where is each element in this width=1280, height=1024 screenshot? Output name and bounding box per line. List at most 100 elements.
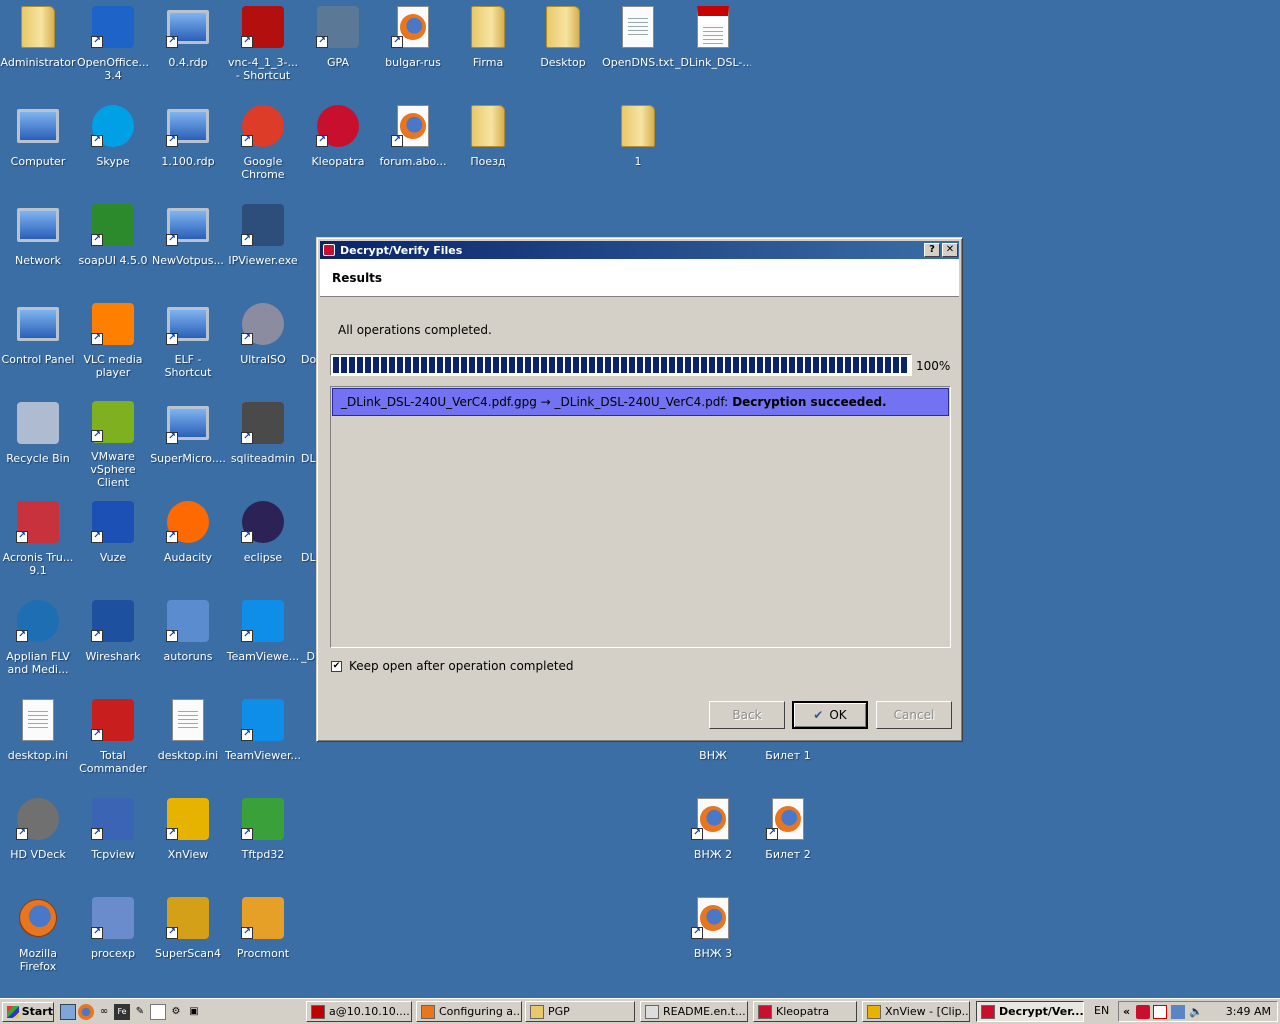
desktop-icon[interactable]: ↗ HD VDeck [0, 792, 76, 884]
desktop-icon[interactable]: ↗ Билет 2 [750, 792, 826, 884]
desktop-icon[interactable]: ↗ Total Commander [75, 693, 151, 785]
desktop-icon[interactable]: ↗ Tftpd32 [225, 792, 301, 884]
quick-launch-rdp-icon[interactable]: ▣ [186, 1004, 202, 1020]
desktop-icon[interactable]: ↗ SuperScan4 [150, 891, 226, 983]
desktop-icon[interactable]: ↗ Google Chrome [225, 99, 301, 191]
desktop-icon[interactable]: Network [0, 198, 76, 290]
desktop-icon[interactable]: 1 [600, 99, 676, 191]
taskbar-button[interactable]: Kleopatra [753, 1001, 857, 1022]
desktop-icon[interactable]: ↗ TeamViewer... [225, 693, 301, 785]
desktop-icon-label: NewVotpus... [152, 254, 224, 267]
quick-launch-firefox-icon[interactable] [78, 1003, 94, 1020]
dialog-titlebar[interactable]: Decrypt/Verify Files ? ✕ [320, 241, 959, 259]
desktop-icon[interactable]: ↗ Vuze [75, 495, 151, 587]
desktop-icon[interactable]: ↗ ELF - Shortcut [150, 297, 226, 389]
taskbar-button[interactable]: XnView - [Clip... [862, 1001, 970, 1022]
desktop-icon[interactable]: ↗ Tcpview [75, 792, 151, 884]
shortcut-arrow-icon: ↗ [166, 135, 178, 147]
desktop-icon[interactable]: ↗ Kleopatra [300, 99, 376, 191]
desktop-icon[interactable]: ↗ ВНЖ 3 [675, 891, 751, 983]
ok-button[interactable]: ✔ OK [792, 701, 868, 729]
desktop-icon[interactable]: ↗ Wireshark [75, 594, 151, 686]
taskbar-button[interactable]: README.en.t... [640, 1001, 748, 1022]
desktop-icon[interactable]: Mozilla Firefox [0, 891, 76, 983]
desktop-icon[interactable]: ↗ VLC media player [75, 297, 151, 389]
close-button[interactable]: ✕ [942, 243, 958, 257]
desktop-icon[interactable]: Recycle Bin [0, 396, 76, 488]
desktop-icon[interactable]: ↗ Acronis Tru... 9.1 [0, 495, 76, 587]
kleopatra-app-icon [323, 244, 335, 256]
volume-icon[interactable]: 🔈 [1189, 1005, 1203, 1018]
desktop-icon[interactable]: desktop.ini [150, 693, 226, 785]
desktop-icon[interactable]: Firma [450, 0, 526, 92]
desktop-icon[interactable]: ↗ 1.100.rdp [150, 99, 226, 191]
shortcut-arrow-icon: ↗ [91, 430, 103, 443]
shortcut-arrow-icon: ↗ [91, 729, 103, 741]
kleopatra-tray-icon[interactable] [1136, 1004, 1151, 1019]
results-list[interactable]: _DLink_DSL-240U_VerC4.pdf.gpg → _DLink_D… [330, 386, 951, 648]
shortcut-arrow-icon: ↗ [91, 234, 103, 246]
network-computers-icon: ↗ [164, 299, 212, 349]
keep-open-label[interactable]: Keep open after operation completed [349, 659, 574, 673]
shortcut-arrow-icon: ↗ [241, 135, 253, 147]
quick-launch-network-icon[interactable]: ⚙ [168, 1004, 184, 1020]
shortcut-arrow-icon: ↗ [16, 531, 28, 543]
desktop-icon[interactable]: Computer [0, 99, 76, 191]
desktop-icon[interactable]: ↗ vnc-4_1_3-... - Shortcut [225, 0, 301, 92]
desktop-icon[interactable]: Desktop [525, 0, 601, 92]
desktop-icon[interactable]: Поезд [450, 99, 526, 191]
taskbar-button-label: Kleopatra [776, 1005, 830, 1018]
eclipse-icon: ↗ [239, 497, 287, 547]
network-tray-icon[interactable] [1171, 1004, 1186, 1019]
taskbar-button[interactable]: PGP [525, 1001, 635, 1022]
keep-open-checkbox[interactable]: ✔ [331, 660, 342, 672]
desktop-icon[interactable]: ↗ soapUI 4.5.0 [75, 198, 151, 290]
desktop-icon[interactable]: ↗ Procmont [225, 891, 301, 983]
desktop-icon[interactable]: ↗ SuperMicro.... [150, 396, 226, 488]
desktop-icon[interactable]: ↗ Audacity [150, 495, 226, 587]
back-button[interactable]: Back [709, 701, 785, 729]
desktop-icon[interactable]: ↗ bulgar-rus [375, 0, 451, 92]
taskbar-button[interactable]: a@10.10.10.... [306, 1001, 412, 1022]
desktop-icon[interactable]: Administrator [0, 0, 76, 92]
start-button[interactable]: Start [2, 1001, 54, 1022]
result-row[interactable]: _DLink_DSL-240U_VerC4.pdf.gpg → _DLink_D… [332, 388, 949, 416]
keep-open-option[interactable]: ✔ Keep open after operation completed [331, 659, 574, 673]
desktop-icon[interactable]: ↗ autoruns [150, 594, 226, 686]
quick-launch-tool-icon[interactable]: ✎ [132, 1004, 148, 1020]
desktop-icon[interactable]: ↗ VMware vSphere Client [75, 396, 151, 488]
desktop-icon[interactable]: _DLink_DSL-... [675, 0, 751, 92]
desktop-icon[interactable]: ↗ GPA [300, 0, 376, 92]
help-button[interactable]: ? [924, 243, 940, 257]
cancel-button[interactable]: Cancel [876, 701, 952, 729]
taskbar-button[interactable]: Decrypt/Ver... [976, 1001, 1084, 1022]
desktop-icon[interactable]: ↗ ВНЖ 2 [675, 792, 751, 884]
quick-launch-loop-icon[interactable]: ∞ [96, 1004, 112, 1020]
quick-launch-fe-icon[interactable]: Fe [114, 1003, 130, 1020]
desktop-icon[interactable]: ↗ procexp [75, 891, 151, 983]
desktop-icon[interactable]: ↗ IPViewer.exe [225, 198, 301, 290]
computer-icon [14, 101, 62, 151]
folder-icon [530, 1004, 544, 1019]
calendar-tray-icon[interactable] [1153, 1004, 1168, 1019]
desktop-icon[interactable]: ↗ forum.abo... [375, 99, 451, 191]
desktop-icon[interactable]: Control Panel [0, 297, 76, 389]
quick-launch-notepad-icon[interactable] [150, 1003, 166, 1020]
desktop-icon[interactable]: desktop.ini [0, 693, 76, 785]
clock[interactable]: 3:49 AM [1226, 1005, 1271, 1018]
taskbar-button[interactable]: Configuring a... [416, 1001, 522, 1022]
desktop-icon-label: SuperMicro.... [150, 452, 226, 465]
desktop-icon[interactable]: ↗ Skype [75, 99, 151, 191]
desktop-icon[interactable]: ↗ XnView [150, 792, 226, 884]
desktop-icon[interactable]: OpenDNS.txt [600, 0, 676, 92]
disc-icon: ↗ [239, 299, 287, 349]
desktop-icon[interactable]: ↗ NewVotpus... [150, 198, 226, 290]
desktop-icon[interactable]: ↗ OpenOffice... 3.4 [75, 0, 151, 92]
language-indicator[interactable]: EN [1094, 1004, 1109, 1017]
user-folder-icon [14, 2, 62, 52]
quick-launch-computer-icon[interactable] [60, 1003, 76, 1020]
tray-expand-button[interactable]: « [1123, 1005, 1130, 1018]
desktop-icon[interactable]: ↗ Applian FLV and Medi... [0, 594, 76, 686]
desktop-icon[interactable]: ↗ 0.4.rdp [150, 0, 226, 92]
chrome-icon: ↗ [239, 101, 287, 151]
